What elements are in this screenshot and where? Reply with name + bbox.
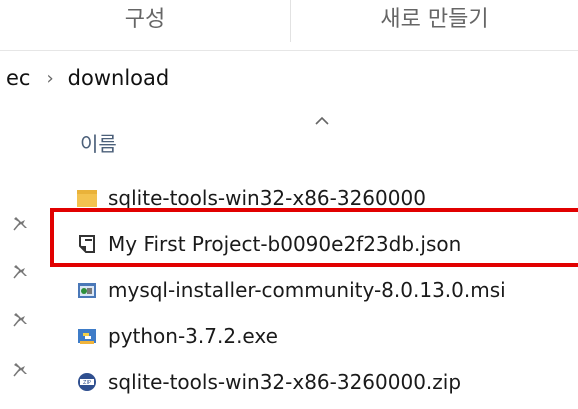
json-file-icon [76, 233, 98, 255]
breadcrumb-item-parent[interactable]: ec [6, 66, 30, 90]
sort-ascending-icon [315, 116, 329, 125]
file-name: sqlite-tools-win32-x86-3260000.zip [108, 370, 462, 394]
breadcrumb-item-download[interactable]: download [68, 66, 170, 90]
file-row-json[interactable]: My First Project-b0090e2f23db.json [62, 224, 578, 264]
ribbon: 구성 새로 만들기 [0, 0, 578, 50]
file-row-zip[interactable]: ZIP sqlite-tools-win32-x86-3260000.zip [62, 362, 578, 402]
msi-installer-icon [76, 279, 98, 301]
pin-icon[interactable] [10, 213, 30, 233]
file-row-msi[interactable]: mysql-installer-community-8.0.13.0.msi [62, 270, 578, 310]
file-row-exe[interactable]: python-3.7.2.exe [62, 316, 578, 356]
svg-text:ZIP: ZIP [83, 380, 91, 386]
column-header-label: 이름 [80, 132, 117, 156]
ribbon-group-new[interactable]: 새로 만들기 [291, 0, 578, 50]
file-row-folder[interactable]: sqlite-tools-win32-x86-3260000 [62, 178, 578, 218]
file-name: python-3.7.2.exe [108, 324, 278, 348]
zip-archive-icon: ZIP [76, 371, 98, 393]
breadcrumb-separator-icon[interactable]: › [46, 68, 53, 89]
breadcrumb: ec › download [0, 56, 169, 100]
file-name: My First Project-b0090e2f23db.json [108, 232, 462, 256]
navigation-pane [0, 105, 48, 409]
pin-icon[interactable] [10, 359, 30, 379]
folder-icon [76, 187, 98, 209]
pin-icon[interactable] [10, 261, 30, 281]
python-installer-icon [76, 325, 98, 347]
file-name: sqlite-tools-win32-x86-3260000 [108, 186, 426, 210]
column-header-name[interactable]: 이름 [62, 108, 578, 160]
file-name: mysql-installer-community-8.0.13.0.msi [108, 278, 506, 302]
pin-icon[interactable] [10, 309, 30, 329]
ribbon-group-organize[interactable]: 구성 [0, 0, 290, 50]
ribbon-divider-bottom [0, 50, 578, 51]
